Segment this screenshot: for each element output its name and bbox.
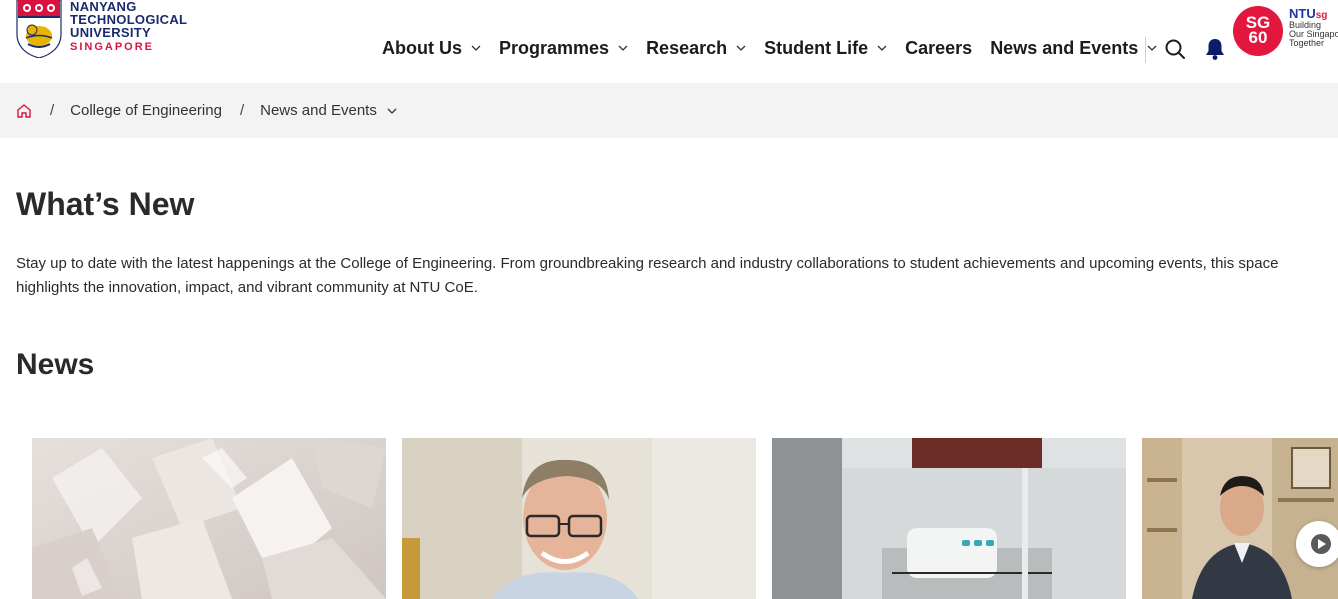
chevron-down-icon — [877, 45, 887, 51]
logo-line-3: UNIVERSITY — [70, 25, 152, 40]
ntusg-brand-main: NTU — [1289, 6, 1316, 21]
chevron-down-icon — [1147, 45, 1157, 51]
news-card-image-professor[interactable] — [402, 438, 756, 599]
main-nav: About Us Programmes Research Student Lif… — [382, 35, 1175, 61]
nav-programmes[interactable]: Programmes — [499, 38, 628, 59]
ntu-crest-icon — [16, 0, 62, 58]
nav-divider — [1145, 37, 1146, 63]
sg60-badge[interactable]: SG 60 — [1233, 6, 1283, 56]
nav-student-life[interactable]: Student Life — [764, 38, 887, 59]
breadcrumb-separator: / — [239, 102, 245, 119]
search-icon[interactable] — [1164, 38, 1186, 60]
site-header: NANYANG TECHNOLOGICAL UNIVERSITY SINGAPO… — [0, 0, 1338, 83]
nav-about-us-label: About Us — [382, 37, 462, 58]
news-card-image-device[interactable] — [772, 438, 1126, 599]
logo-wordmark: NANYANG TECHNOLOGICAL UNIVERSITY SINGAPO… — [70, 0, 187, 54]
nav-news-and-events[interactable]: News and Events — [990, 38, 1157, 59]
nav-programmes-label: Programmes — [499, 37, 610, 58]
breadcrumb-college-of-engineering[interactable]: College of Engineering — [70, 102, 222, 119]
page-title: What’s New — [16, 186, 195, 222]
chevron-down-icon — [618, 45, 628, 51]
breadcrumb-separator: / — [50, 102, 55, 119]
nav-research-label: Research — [646, 37, 728, 58]
nav-careers-label: Careers — [905, 37, 973, 58]
nav-research[interactable]: Research — [646, 38, 746, 59]
chevron-down-icon — [736, 45, 746, 51]
nav-about-us[interactable]: About Us — [382, 38, 481, 59]
chevron-down-icon[interactable] — [387, 106, 397, 116]
news-heading: News — [16, 348, 95, 381]
nav-student-life-label: Student Life — [764, 37, 869, 58]
play-next-icon — [1311, 534, 1331, 554]
nav-news-and-events-label: News and Events — [990, 37, 1139, 58]
ntu-logo[interactable]: NANYANG TECHNOLOGICAL UNIVERSITY SINGAPO… — [16, 0, 196, 60]
news-card-image-crystals[interactable] — [32, 438, 386, 599]
nav-careers[interactable]: Careers — [905, 38, 972, 59]
carousel-next-button[interactable] — [1296, 521, 1338, 567]
breadcrumb-news-and-events[interactable]: News and Events — [260, 102, 377, 119]
bell-icon[interactable] — [1204, 37, 1226, 61]
sg60-line-2: 60 — [1248, 28, 1268, 47]
home-icon[interactable] — [16, 103, 32, 119]
logo-line-4: SINGAPORE — [70, 41, 155, 53]
news-carousel — [32, 438, 1338, 599]
ntusg-tagline-3: Together — [1289, 38, 1325, 48]
intro-text: Stay up to date with the latest happenin… — [16, 255, 1279, 296]
chevron-down-icon — [471, 45, 481, 51]
news-card-image-researcher[interactable] — [1142, 438, 1338, 599]
ntusg-tagline: NTUsg Building Our Singapore Together — [1289, 6, 1338, 48]
breadcrumb: / College of Engineering / News and Even… — [0, 83, 1338, 138]
ntusg-brand: NTUsg — [1289, 6, 1338, 21]
